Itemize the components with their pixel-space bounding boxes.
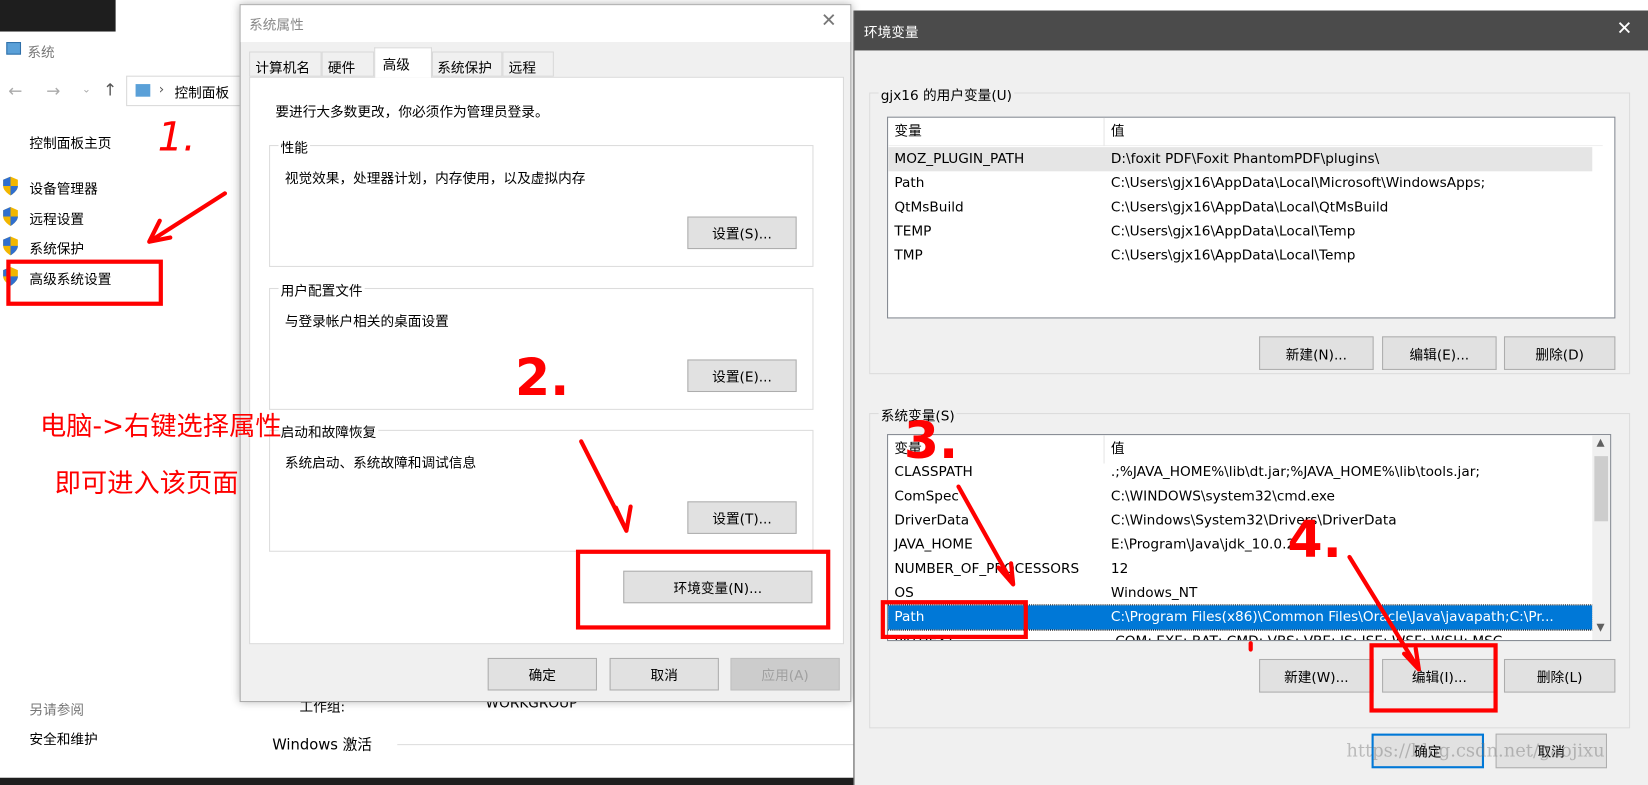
tab-label: 高级 xyxy=(382,57,410,74)
annotation-note-line2: 即可进入该页面 xyxy=(54,467,239,499)
arrow-step4 xyxy=(1347,554,1421,672)
highlight-path-row xyxy=(880,600,1028,640)
annotation-step1: 1. xyxy=(157,113,196,160)
annotation-step4: 4. xyxy=(1287,510,1342,570)
annotation-overlay xyxy=(6,191,1498,713)
tab-advanced[interactable]: 高级 xyxy=(374,47,432,78)
arrow-step2 xyxy=(579,439,633,533)
highlight-advanced-settings xyxy=(6,259,163,306)
arrow-step3 xyxy=(956,484,1016,587)
annotation-note-line1: 电脑->右键选择属性 xyxy=(39,410,282,442)
annotation-step2: 2. xyxy=(514,348,570,408)
arrow-step1 xyxy=(147,191,228,244)
highlight-edit-button xyxy=(1369,643,1498,713)
highlight-env-button xyxy=(575,549,831,630)
annotation-step3: 3. xyxy=(903,411,959,471)
